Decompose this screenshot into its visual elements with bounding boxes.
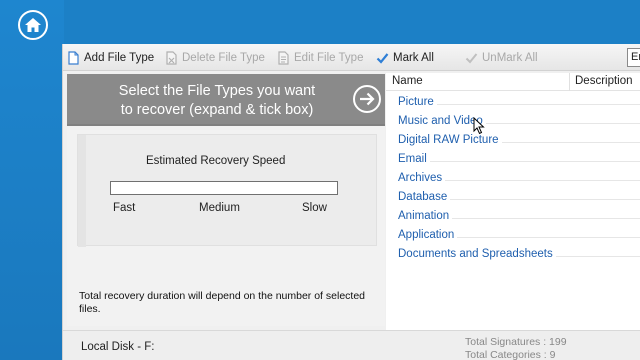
disk-label: Local Disk - F: [81,341,155,353]
list-item[interactable]: Documents and Spreadsheets [386,245,640,264]
list-item[interactable]: Application [386,226,640,245]
arrow-right-icon [360,92,375,106]
file-type-panel: Select the File Types you want to recove… [67,74,385,326]
list-item[interactable]: Database [386,188,640,207]
edit-file-type-label: Edit File Type [294,51,364,64]
left-strip [0,0,64,360]
list-item-label: Picture [398,96,437,108]
list-item[interactable]: Digital RAW Picture [386,131,640,150]
home-icon [25,18,41,32]
list-item[interactable]: Animation [386,207,640,226]
column-description-header[interactable]: Description [575,75,633,87]
delete-file-icon [166,50,177,65]
main-window: Add File Type Delete File Type Edit File… [62,44,640,360]
total-categories: Total Categories : 9 [465,349,556,360]
list-header: Name Description [386,73,640,91]
mouse-cursor-icon [473,117,485,135]
column-name-header[interactable]: Name [392,75,423,87]
delete-file-type-button[interactable]: Delete File Type [165,49,265,66]
list-item-label: Archives [398,172,446,184]
edit-file-type-button[interactable]: Edit File Type [277,49,363,66]
next-button[interactable] [353,85,381,113]
total-signatures: Total Signatures : 199 [465,336,567,348]
unmark-icon [465,52,478,63]
add-file-type-button[interactable]: Add File Type [67,49,154,66]
recovery-speed-box: Estimated Recovery Speed Fast Medium Slo… [77,134,377,247]
edit-file-icon [278,50,289,65]
list-item-label: Application [398,229,458,241]
title-band [64,0,640,44]
totals-info: Total Signatures : 199 Total Categories … [465,336,567,360]
list-item-label: Email [398,153,430,165]
delete-file-type-label: Delete File Type [182,51,265,64]
search-input[interactable]: Er [627,48,640,67]
speed-gauge [110,181,338,195]
speed-title: Estimated Recovery Speed [146,155,286,167]
duration-note: Total recovery duration will depend on t… [79,290,366,315]
list-item[interactable]: Music and Video [386,112,640,131]
mark-all-button[interactable]: Mark All [376,49,434,66]
unmark-all-label: UnMark All [482,51,538,64]
checkmark-icon [376,52,389,64]
panel-body: Estimated Recovery Speed Fast Medium Slo… [67,126,385,326]
panel-header-line1: Select the File Types you want [118,83,316,99]
list-item-label: Documents and Spreadsheets [398,248,556,260]
list-item-label: Database [398,191,451,203]
toolbar: Add File Type Delete File Type Edit File… [63,44,640,71]
add-file-icon [68,50,79,65]
column-separator [569,73,570,91]
speed-box-edge [78,135,86,247]
speed-medium-label: Medium [199,202,240,214]
file-type-list: Name Description Picture Music and Video… [386,73,640,331]
mark-all-label: Mark All [393,51,434,64]
panel-header: Select the File Types you want to recove… [67,74,385,124]
speed-slow-label: Slow [302,202,327,214]
list-item[interactable]: Archives [386,169,640,188]
unmark-all-button[interactable]: UnMark All [465,49,538,66]
list-item[interactable]: Picture [386,93,640,112]
list-item-label: Digital RAW Picture [398,134,502,146]
panel-header-line2: to recover (expand & tick box) [120,102,314,118]
list-item[interactable]: Email [386,150,640,169]
row-line [398,161,640,162]
list-item-label: Animation [398,210,453,222]
add-file-type-label: Add File Type [84,51,155,64]
status-bar: Local Disk - F: Total Signatures : 199 T… [63,330,640,360]
home-button[interactable] [18,10,48,40]
speed-fast-label: Fast [113,202,136,214]
